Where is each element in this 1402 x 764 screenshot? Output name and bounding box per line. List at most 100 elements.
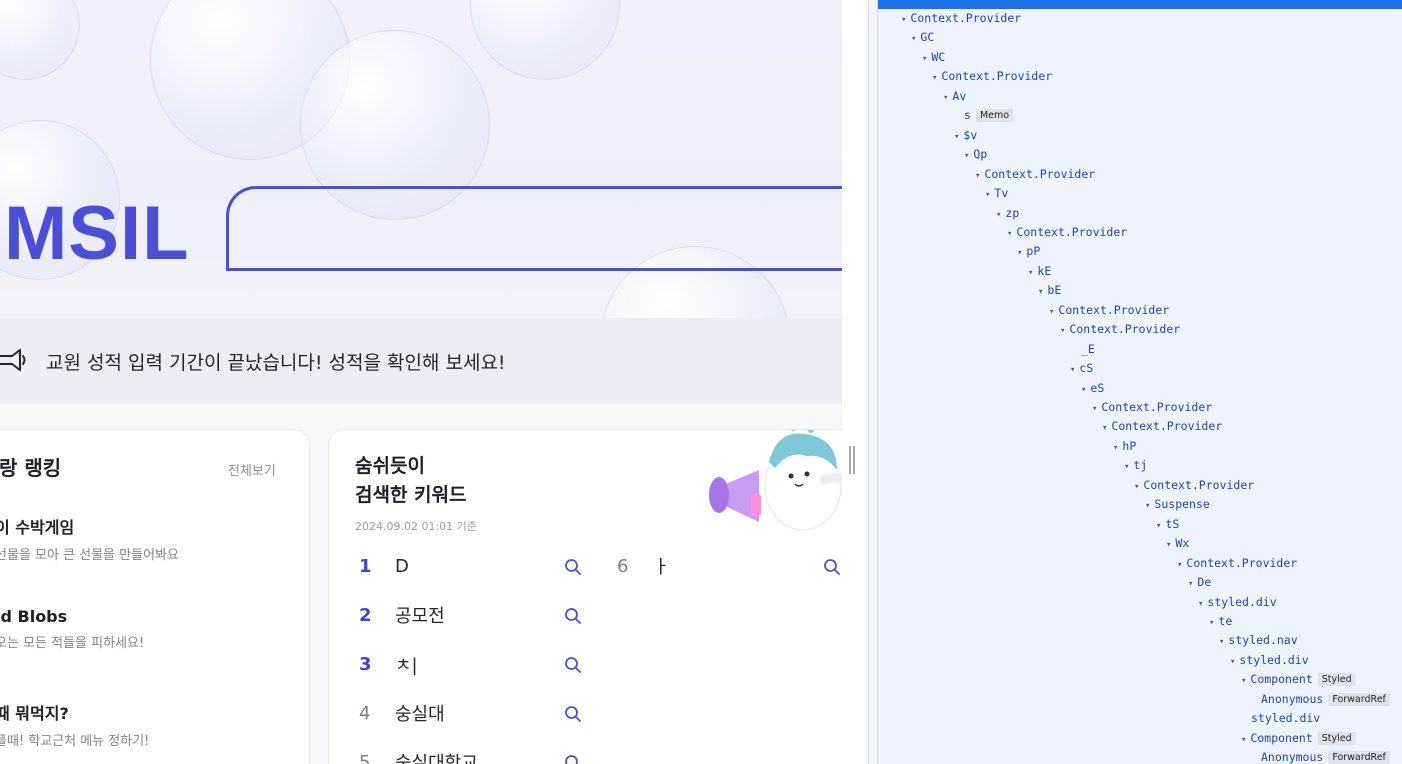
tree-node[interactable]: ▾ bE: [1038, 281, 1061, 300]
expand-arrow-icon[interactable]: ▾: [1188, 579, 1193, 589]
tree-node-label: Context.Provider: [1143, 477, 1255, 492]
tree-node[interactable]: ▾ Context.Provider: [1177, 554, 1297, 573]
expand-arrow-icon[interactable]: ▾: [1209, 618, 1214, 628]
tree-node[interactable]: Anonymous ForwardRef: [1261, 748, 1390, 764]
tree-node[interactable]: ▾ hP: [1113, 437, 1136, 456]
ranking-item[interactable]: id Blobs 오는 모든 적들을 피하세요!: [0, 607, 144, 651]
search-icon[interactable]: [564, 607, 582, 625]
keyword-row[interactable]: 1 D: [359, 551, 409, 581]
expand-arrow-icon[interactable]: ▾: [954, 132, 959, 142]
tree-node[interactable]: ▾ De: [1188, 573, 1211, 592]
brand-logo: MSIL: [4, 191, 190, 276]
tree-node[interactable]: ▾ Component Styled: [1241, 729, 1356, 748]
ranking-item[interactable]: 때 뭐먹지? 플때! 학교근처 메뉴 정하기!: [0, 700, 149, 749]
tree-node[interactable]: s Memo: [964, 106, 1014, 125]
keyword-row[interactable]: 4 숭실대: [359, 698, 445, 728]
tree-node-label: tj: [1133, 458, 1148, 473]
tree-node[interactable]: ▾ Context.Provider: [975, 165, 1095, 184]
view-all-link[interactable]: 전체보기: [228, 460, 276, 479]
tree-node[interactable]: ▾ Av: [943, 87, 966, 106]
tree-node[interactable]: _E: [1081, 340, 1095, 359]
expand-arrow-icon[interactable]: ▾: [964, 151, 969, 161]
keyword-row[interactable]: 2 공모전: [359, 600, 445, 630]
expand-arrow-icon[interactable]: ▾: [1028, 268, 1033, 278]
expand-arrow-icon[interactable]: ▾: [1038, 287, 1043, 297]
expand-arrow-icon[interactable]: ▾: [1113, 443, 1118, 453]
tree-node[interactable]: ▾ Tv: [985, 184, 1008, 203]
expand-arrow-icon[interactable]: ▾: [1230, 657, 1235, 667]
expand-arrow-icon[interactable]: ▾: [922, 54, 927, 64]
expand-arrow-icon[interactable]: ▾: [932, 73, 937, 83]
expand-arrow-icon[interactable]: ▾: [1007, 229, 1012, 239]
tree-node[interactable]: ▾ zp: [996, 204, 1019, 223]
tree-node[interactable]: ▾ Context.Provider: [1102, 417, 1222, 436]
expand-arrow-icon[interactable]: ▾: [1049, 307, 1054, 317]
expand-arrow-icon[interactable]: ▾: [911, 34, 916, 44]
tree-node[interactable]: ▾ Qp: [964, 145, 987, 164]
expand-arrow-icon[interactable]: ▾: [943, 93, 948, 103]
pane-resize-handle[interactable]: [849, 446, 855, 474]
tree-node[interactable]: ▾ tj: [1124, 456, 1147, 475]
tree-node[interactable]: ▾ Context.Provider: [1092, 398, 1212, 417]
tree-node-badge: ForwardRef: [1328, 692, 1390, 706]
tree-node[interactable]: styled.div: [1251, 709, 1320, 728]
tree-node[interactable]: ▾ tS: [1156, 515, 1179, 534]
tree-node[interactable]: ▾ Suspense: [1145, 495, 1210, 514]
expand-arrow-icon[interactable]: ▾: [975, 171, 980, 181]
tree-node[interactable]: ▾ WC: [922, 48, 945, 67]
tree-node[interactable]: Anonymous ForwardRef: [1261, 690, 1390, 709]
tree-node[interactable]: ▾ cS: [1070, 359, 1093, 378]
tree-node[interactable]: ▾ GC: [911, 28, 934, 47]
ranking-item[interactable]: 이 수박게임 선물을 모아 큰 선물을 만들어봐요: [0, 514, 179, 563]
search-icon[interactable]: [823, 558, 841, 576]
expand-arrow-icon[interactable]: ▾: [1166, 540, 1171, 550]
tree-node[interactable]: ▾ Component Styled: [1241, 670, 1356, 689]
tree-node[interactable]: ▾ styled.div: [1198, 593, 1277, 612]
tree-node[interactable]: ▾ Context.Provider: [1060, 320, 1180, 339]
expand-arrow-icon[interactable]: ▾: [901, 15, 906, 25]
tree-node[interactable]: ▾ Context.Provider: [1134, 476, 1254, 495]
tree-node-label: bE: [1047, 283, 1062, 298]
keyword-row[interactable]: 6 ㅏ: [617, 551, 670, 581]
tree-node[interactable]: ▾ te: [1209, 612, 1232, 631]
keyword-text: 공모전: [395, 606, 445, 627]
tree-node[interactable]: ▾ Context.Provider: [1049, 301, 1169, 320]
expand-arrow-icon[interactable]: ▾: [1134, 482, 1139, 492]
expand-arrow-icon[interactable]: ▾: [1081, 385, 1086, 395]
expand-arrow-icon[interactable]: ▾: [1017, 248, 1022, 258]
expand-arrow-icon[interactable]: ▾: [1124, 462, 1129, 472]
selected-tree-row[interactable]: [878, 0, 1402, 9]
expand-arrow-icon[interactable]: ▾: [996, 210, 1001, 220]
tree-node[interactable]: ▾ Context.Provider: [932, 67, 1052, 86]
mascot-megaphone-illustration: [709, 430, 842, 531]
expand-arrow-icon[interactable]: ▾: [1241, 735, 1246, 745]
keyword-row[interactable]: 5 숭실대학교: [359, 747, 478, 764]
tree-node[interactable]: ▾ Context.Provider: [901, 9, 1021, 28]
expand-arrow-icon[interactable]: ▾: [1177, 560, 1182, 570]
expand-arrow-icon[interactable]: ▾: [985, 190, 990, 200]
expand-arrow-icon[interactable]: ▾: [1070, 365, 1075, 375]
tree-node[interactable]: ▾ eS: [1081, 379, 1104, 398]
tree-node[interactable]: ▾ Context.Provider: [1007, 223, 1127, 242]
tree-node[interactable]: ▾ kE: [1028, 262, 1051, 281]
notice-bar[interactable]: 교원 성적 입력 기간이 끝났습니다! 성적을 확인해 보세요!: [0, 318, 842, 404]
expand-arrow-icon[interactable]: ▾: [1219, 637, 1224, 647]
expand-arrow-icon[interactable]: ▾: [1241, 676, 1246, 686]
tree-node[interactable]: ▾ Wx: [1166, 534, 1189, 553]
keyword-row[interactable]: 3 ㅊ|: [359, 649, 418, 679]
tree-node[interactable]: ▾ styled.div: [1230, 651, 1309, 670]
expand-arrow-icon[interactable]: ▾: [1145, 501, 1150, 511]
expand-arrow-icon[interactable]: ▾: [1102, 423, 1107, 433]
search-icon[interactable]: [564, 754, 582, 764]
tree-node[interactable]: ▾ pP: [1017, 242, 1040, 261]
tree-node[interactable]: ▾ $v: [954, 126, 977, 145]
search-icon[interactable]: [564, 705, 582, 723]
expand-arrow-icon[interactable]: ▾: [1156, 521, 1161, 531]
tree-node-label: Suspense: [1154, 497, 1210, 512]
expand-arrow-icon[interactable]: ▾: [1092, 404, 1097, 414]
tree-node[interactable]: ▾ styled.nav: [1219, 631, 1298, 650]
expand-arrow-icon[interactable]: ▾: [1060, 326, 1065, 336]
search-icon[interactable]: [564, 558, 582, 576]
search-icon[interactable]: [564, 656, 582, 674]
expand-arrow-icon[interactable]: ▾: [1198, 599, 1203, 609]
